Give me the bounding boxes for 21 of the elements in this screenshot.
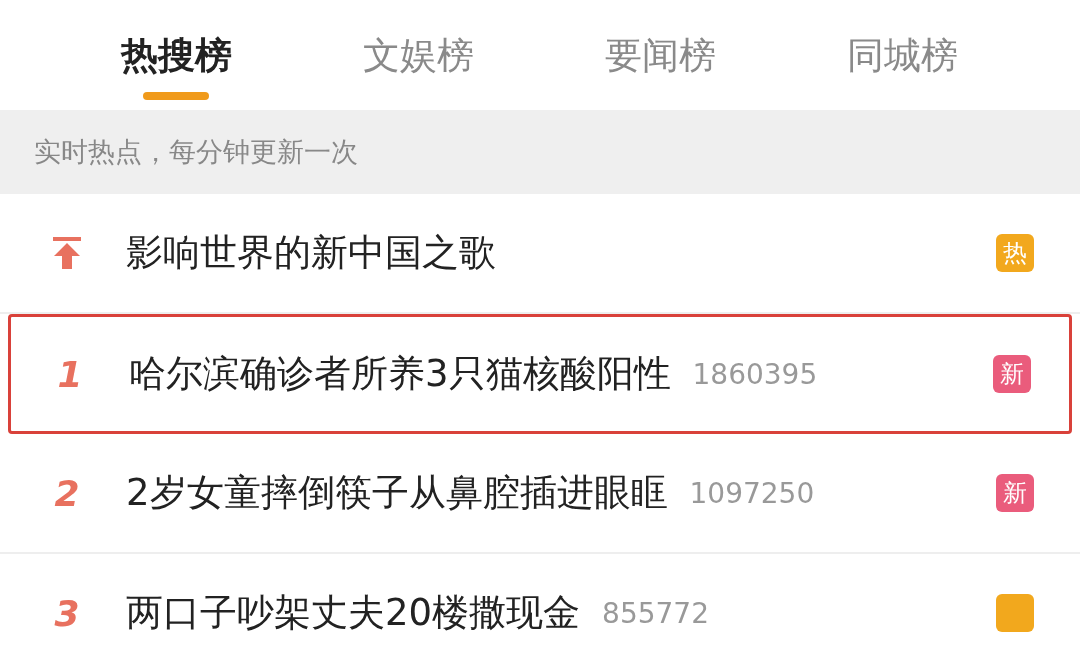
active-tab-indicator: [143, 92, 209, 100]
topic-title: 2岁女童摔倒筷子从鼻腔插进眼眶: [126, 470, 668, 516]
topic-title: 两口子吵架丈夫20楼撒现金: [126, 590, 581, 636]
rank-number: 1: [57, 353, 83, 395]
topic-title: 哈尔滨确诊者所养3只猫核酸阳性: [129, 351, 671, 397]
rank-number: 2: [54, 472, 80, 514]
rank-number: 3: [54, 592, 80, 634]
topic-title: 影响世界的新中国之歌: [126, 230, 496, 276]
tab[interactable]: 热搜榜: [55, 0, 297, 110]
pin-top-icon: [52, 236, 82, 270]
highlighted-row[interactable]: 1 哈尔滨确诊者所养3只猫核酸阳性 1860395 新: [8, 314, 1072, 434]
topic-badge: 热: [996, 234, 1034, 272]
list-row[interactable]: 3 两口子吵架丈夫20楼撒现金 855772: [0, 554, 1080, 670]
search-count: 1097250: [689, 476, 815, 510]
notice-text: 实时热点，每分钟更新一次: [34, 135, 358, 169]
topic-badge: 新: [993, 355, 1031, 393]
list-row[interactable]: 影响世界的新中国之歌 热: [0, 194, 1080, 314]
topic-badge: 新: [996, 474, 1034, 512]
list-row[interactable]: 2 2岁女童摔倒筷子从鼻腔插进眼眶 1097250 新: [0, 434, 1080, 554]
search-count: 1860395: [692, 357, 818, 391]
search-count: 855772: [602, 596, 709, 630]
